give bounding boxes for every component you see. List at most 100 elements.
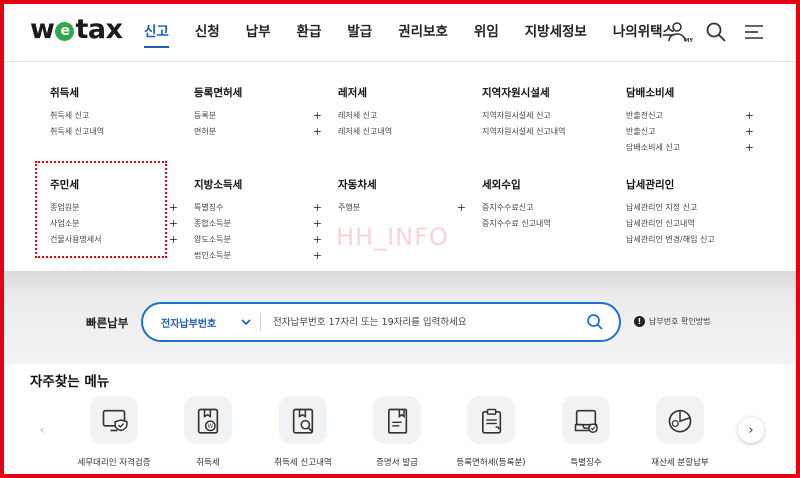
menu-column: 세외수입증지수수료신고증지수수료 신고내역: [482, 177, 610, 232]
chevron-left-icon: ‹: [39, 422, 45, 438]
menu-item[interactable]: 납세관리인 신고내역: [626, 216, 754, 232]
expand-plus-icon[interactable]: +: [745, 124, 754, 140]
favorite-menu-item[interactable]: 증명서 발급: [347, 396, 447, 468]
menu-category-title[interactable]: 주민세: [50, 177, 178, 192]
menu-item[interactable]: 담배소비세 신고 +: [626, 140, 754, 156]
menu-item-label: 지역자원시설세 신고: [482, 111, 551, 120]
help-label: 납부번호 확인방법: [649, 317, 711, 326]
menu-item[interactable]: 양도소득분 +: [194, 232, 322, 248]
nav-item[interactable]: 지방세정보: [525, 4, 587, 62]
search-icon[interactable]: [704, 20, 728, 44]
nav-item[interactable]: 권리보호: [398, 4, 448, 62]
menu-item-label: 면허분: [194, 127, 217, 136]
favorite-menu-label: 취득세: [196, 458, 220, 468]
menu-category-title[interactable]: 레저세: [338, 85, 466, 100]
search-icon[interactable]: [585, 312, 605, 332]
menu-item[interactable]: 등록분 +: [194, 108, 322, 124]
menu-item[interactable]: 레저세 신고내역: [338, 124, 466, 140]
menu-item[interactable]: 취득세 신고내역: [50, 124, 178, 140]
carousel-next-button[interactable]: ›: [738, 417, 764, 443]
menu-category-title[interactable]: 등록면허세: [194, 85, 322, 100]
menu-category-title[interactable]: 지방소득세: [194, 177, 322, 192]
nav-item[interactable]: 위임: [474, 4, 499, 62]
menu-item-label: 증지수수료 신고내역: [482, 219, 551, 228]
expand-plus-icon[interactable]: +: [313, 124, 322, 140]
menu-item[interactable]: 지역자원시설세 신고내역: [482, 124, 610, 140]
nav-item[interactable]: 신청: [195, 4, 220, 62]
favorite-menu-item[interactable]: 등록면허세(등록분): [441, 396, 541, 468]
menu-item-label: 지역자원시설세 신고내역: [482, 127, 566, 136]
favorite-menu-label: 증명서 발급: [376, 458, 418, 468]
menu-category-title[interactable]: 납세관리인: [626, 177, 754, 192]
expand-plus-icon[interactable]: +: [313, 200, 322, 216]
logo-rest: tax: [75, 14, 123, 45]
payment-number-help-link[interactable]: ! 납부번호 확인방법: [634, 316, 710, 327]
menu-category-title[interactable]: 취득세: [50, 85, 178, 100]
menu-item-label: 주행분: [338, 203, 361, 212]
nav-item[interactable]: 환급: [297, 4, 322, 62]
favorite-menu-item[interactable]: W 취득세: [158, 396, 258, 468]
expand-plus-icon[interactable]: +: [313, 108, 322, 124]
carousel-prev-button[interactable]: ‹: [29, 417, 55, 443]
menu-item[interactable]: 지역자원시설세 신고: [482, 108, 610, 124]
menu-item-label: 납세관리인 신고내역: [626, 219, 695, 228]
expand-plus-icon[interactable]: +: [313, 216, 322, 232]
menu-item-label: 건물사용명세서: [50, 235, 102, 244]
header-icons: MY: [666, 20, 766, 44]
certificate-icon: [373, 396, 421, 444]
menu-category-title[interactable]: 세외수입: [482, 177, 610, 192]
menu-column: 납세관리인납세관리인 지정 신고납세관리인 신고내역납세관리인 변경/해임 신고: [626, 177, 754, 248]
expand-plus-icon[interactable]: +: [745, 140, 754, 156]
payment-type-select[interactable]: 전자납부번호: [161, 315, 216, 330]
favorite-menu-item[interactable]: 세무대리인 자격검증: [64, 396, 164, 468]
document-search-icon: [279, 396, 327, 444]
menu-item[interactable]: 납세관리인 지정 신고: [626, 200, 754, 216]
inbox-check-icon: [562, 396, 610, 444]
expand-plus-icon[interactable]: +: [745, 108, 754, 124]
menu-item[interactable]: 주행분 +: [338, 200, 466, 216]
menu-item[interactable]: 레저세 신고: [338, 108, 466, 124]
menu-column: 레저세레저세 신고 레저세 신고내역: [338, 85, 466, 140]
menu-item-label: 양도소득분: [194, 235, 231, 244]
menu-item[interactable]: 납세관리인 변경/해임 신고: [626, 232, 754, 248]
menu-item[interactable]: 특별징수 +: [194, 200, 322, 216]
menu-category-title[interactable]: 자동차세: [338, 177, 466, 192]
nav-item[interactable]: 납부: [246, 4, 271, 62]
chevron-down-icon[interactable]: [239, 315, 253, 329]
hamburger-menu-icon[interactable]: [742, 20, 766, 44]
menu-item[interactable]: 법인소득분 +: [194, 248, 322, 264]
menu-column: 지방소득세 특별징수 + 종합소득분 + 양도소득분 + 법인소득분 +: [194, 177, 322, 264]
menu-item-label: 취득세 신고내역: [50, 127, 105, 136]
expand-plus-icon[interactable]: +: [169, 216, 178, 232]
logo-e-circle: e: [55, 22, 75, 41]
favorite-menu-item[interactable]: 재산세 분할납부: [630, 396, 730, 468]
menu-item[interactable]: 취득세 신고: [50, 108, 178, 124]
payment-number-input[interactable]: [273, 313, 573, 331]
menu-item[interactable]: 종합소득분 +: [194, 216, 322, 232]
expand-plus-icon[interactable]: +: [457, 200, 466, 216]
wetax-logo[interactable]: w e tax: [30, 14, 123, 45]
menu-item[interactable]: 사업소분 +: [50, 216, 178, 232]
my-user-icon[interactable]: MY: [666, 20, 693, 44]
menu-item[interactable]: 반출신고 +: [626, 124, 754, 140]
menu-item[interactable]: 건물사용명세서 +: [50, 232, 178, 248]
menu-category-title[interactable]: 담배소비세: [626, 85, 754, 100]
menu-item[interactable]: 증지수수료신고: [482, 200, 610, 216]
expand-plus-icon[interactable]: +: [169, 200, 178, 216]
nav-item[interactable]: 신고: [144, 4, 169, 62]
favorite-menu-label: 취득세 신고내역: [274, 458, 332, 468]
expand-plus-icon[interactable]: +: [313, 232, 322, 248]
menu-category-title[interactable]: 지역자원시설세: [482, 85, 610, 100]
menu-item[interactable]: 반출전신고 +: [626, 108, 754, 124]
expand-plus-icon[interactable]: +: [169, 232, 178, 248]
nav-item[interactable]: 발급: [347, 4, 372, 62]
info-icon: !: [634, 316, 645, 327]
menu-item[interactable]: 증지수수료 신고내역: [482, 216, 610, 232]
expand-plus-icon[interactable]: +: [313, 248, 322, 264]
favorite-menu-item[interactable]: 취득세 신고내역: [253, 396, 353, 468]
favorite-menu-item[interactable]: 특별징수: [536, 396, 636, 468]
menu-item[interactable]: 종업원분 +: [50, 200, 178, 216]
menu-column: 자동차세주행분 +: [338, 177, 466, 216]
watermark: HH_INFO: [336, 223, 449, 251]
menu-item[interactable]: 면허분 +: [194, 124, 322, 140]
